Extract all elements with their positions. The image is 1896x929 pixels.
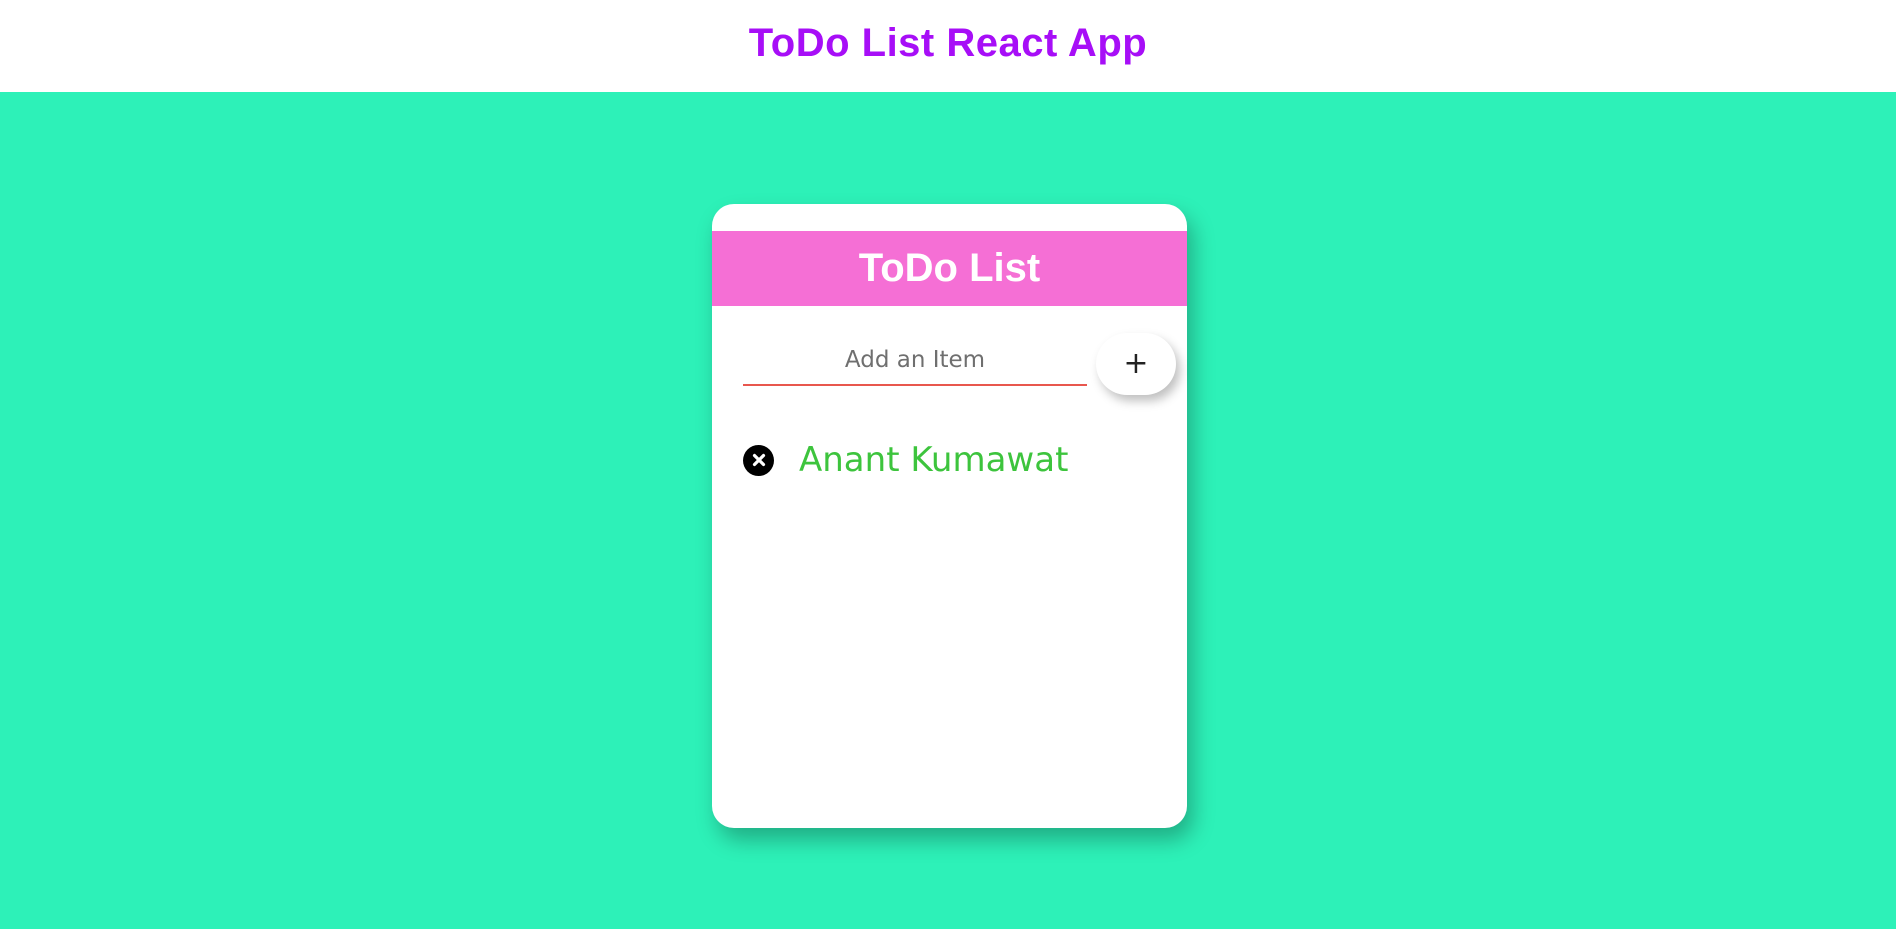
app-title: ToDo List React App xyxy=(748,20,1148,65)
todo-item-text: Anant Kumawat xyxy=(799,440,1069,480)
top-bar: ToDo List React App xyxy=(0,0,1896,92)
card-header: ToDo List xyxy=(712,231,1187,306)
add-item-input[interactable] xyxy=(743,336,1087,386)
card-title: ToDo List xyxy=(858,246,1041,290)
close-circle-icon[interactable] xyxy=(743,444,774,476)
todo-item: Anant Kumawat xyxy=(743,438,1163,482)
todo-list: Anant Kumawat xyxy=(743,438,1163,482)
todo-card: ToDo List Anant Kumawat xyxy=(712,204,1187,828)
add-item-button[interactable]: + xyxy=(1096,333,1176,395)
